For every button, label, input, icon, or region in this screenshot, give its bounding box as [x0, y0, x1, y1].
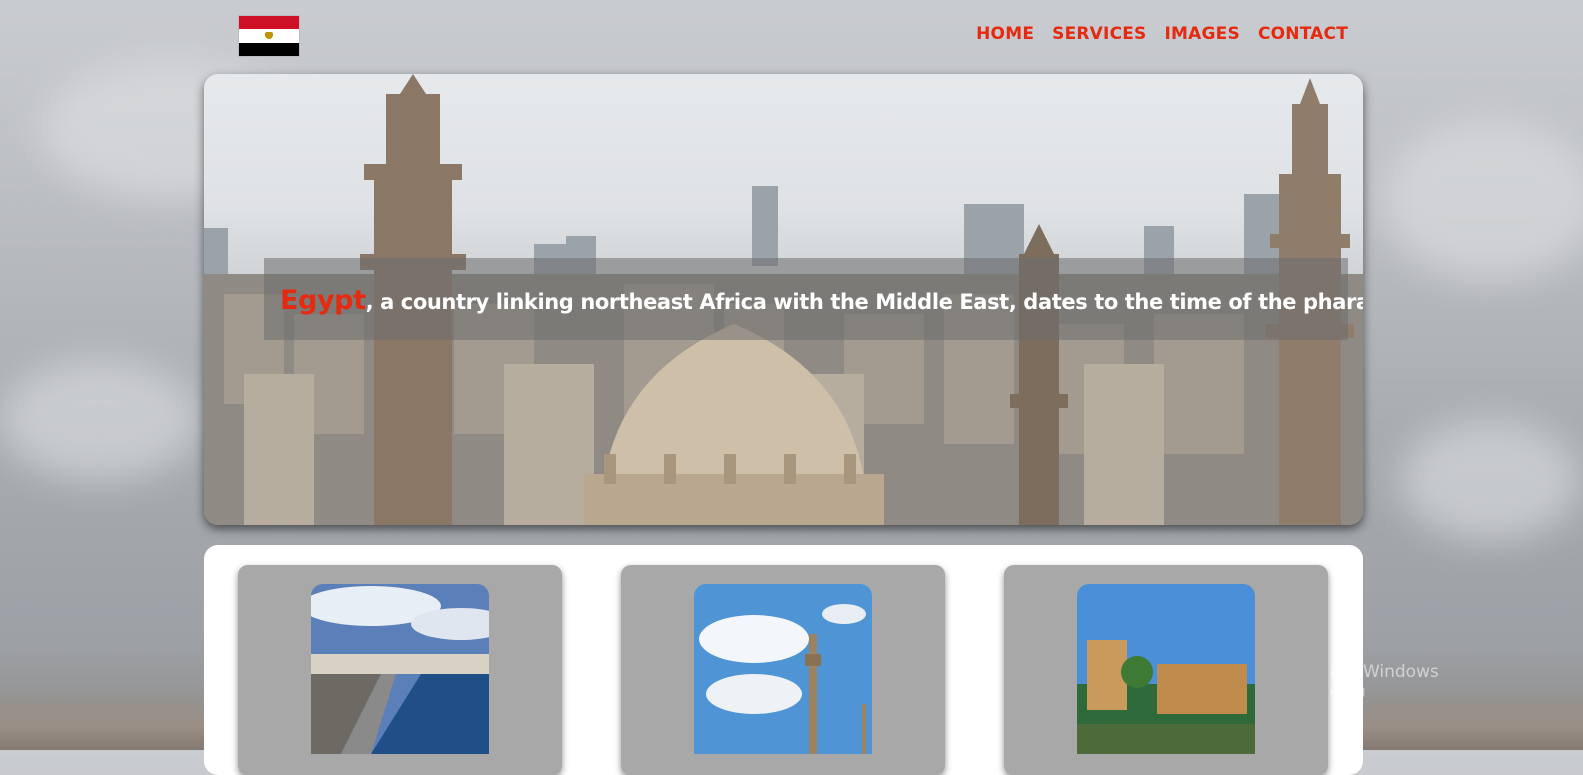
egypt-flag-logo[interactable] [238, 15, 300, 57]
nav-home[interactable]: HOME [976, 24, 1034, 44]
card-image-alexandria[interactable] [311, 584, 489, 754]
hero-tagline-text: , a country linking northeast Africa wit… [365, 290, 1363, 314]
card-image-philae[interactable] [1077, 584, 1255, 754]
background-cloud [1400, 420, 1580, 540]
nav-images[interactable]: IMAGES [1165, 24, 1240, 44]
hero-highlight: Egypt [280, 285, 366, 316]
alexandria-photo [311, 584, 489, 754]
nav-services[interactable]: SERVICES [1052, 24, 1146, 44]
hero-image: Egypt, a country linking northeast Afric… [204, 74, 1363, 525]
nav-contact[interactable]: CONTACT [1258, 24, 1348, 44]
main-nav: HOME SERVICES IMAGES CONTACT [976, 24, 1348, 44]
hero-tagline: Egypt, a country linking northeast Afric… [280, 285, 1363, 316]
windows-activation-watermark: ate Windows etting [1330, 662, 1439, 698]
watermark-line-1: ate Windows [1330, 662, 1439, 682]
philae-photo [1077, 584, 1255, 754]
eagle-icon [265, 32, 273, 40]
background-cloud [1380, 120, 1583, 280]
background-cloud [0, 360, 200, 480]
watermark-line-2: etting [1330, 684, 1366, 698]
card-image-cairo-tower[interactable] [694, 584, 872, 754]
cairo-tower-photo [694, 584, 872, 754]
